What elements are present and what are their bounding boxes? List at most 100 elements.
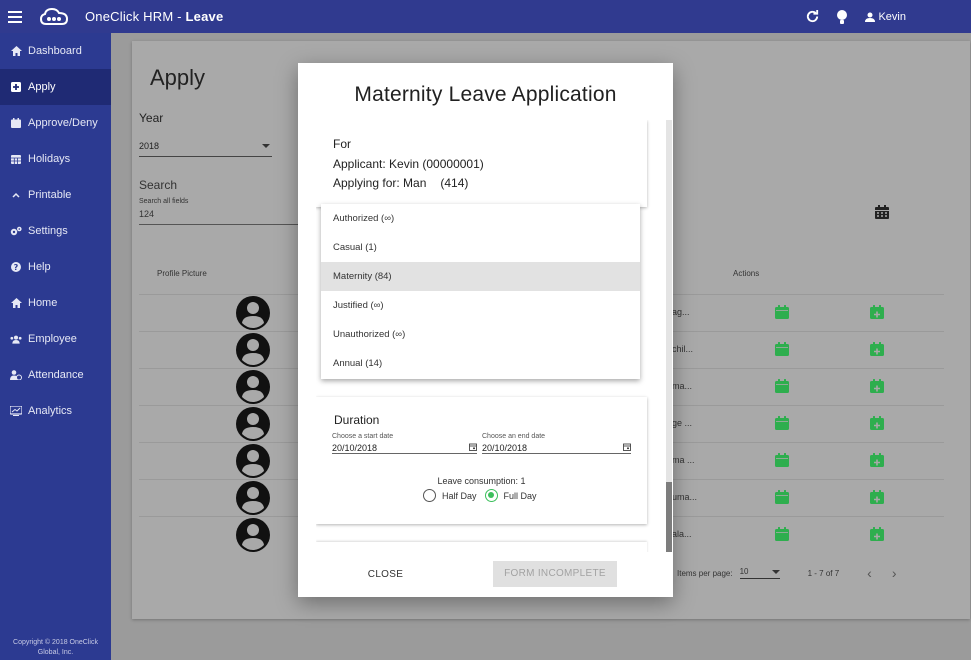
calendar-plus-action-icon[interactable] — [870, 490, 884, 504]
home-icon — [10, 297, 22, 309]
sidebar-item-settings[interactable]: Settings — [0, 213, 111, 249]
for-label: For — [333, 137, 351, 151]
leave-type-option[interactable]: Authorized (∞) — [321, 204, 640, 233]
end-date-field[interactable]: Choose an end date 20/10/2018 — [482, 433, 631, 454]
dialog-body: For Applicant: Kevin (00000001) Applying… — [316, 120, 663, 552]
svg-text:?: ? — [14, 263, 19, 272]
leave-application-dialog: Maternity Leave Application For Applican… — [298, 63, 673, 597]
sidebar-item-attendance[interactable]: Attendance — [0, 357, 111, 393]
sidebar-item-help[interactable]: ? Help — [0, 249, 111, 285]
calendar-plus-action-icon[interactable] — [870, 379, 884, 393]
home-icon — [10, 45, 22, 57]
lightbulb-icon[interactable] — [833, 8, 851, 26]
hamburger-icon — [8, 10, 22, 23]
profile-avatar-icon — [236, 444, 270, 478]
half-day-radio[interactable] — [423, 489, 436, 502]
dropdown-arrow-icon — [771, 570, 780, 574]
submit-button[interactable]: FORM INCOMPLETE — [493, 561, 617, 587]
scrollbar-thumb[interactable] — [666, 482, 672, 552]
copyright-line: Copyright © 2018 OneClick — [13, 639, 98, 646]
row-text: ala... — [672, 529, 692, 539]
next-section — [316, 542, 647, 552]
dialog-scrollbar[interactable] — [666, 120, 672, 552]
top-app-bar: OneClick HRM - Leave Kevin — [0, 0, 971, 33]
calendar-action-icon[interactable] — [775, 342, 789, 356]
chevron-up-icon — [10, 189, 22, 201]
sidebar-item-home[interactable]: Home — [0, 285, 111, 321]
end-date-value: 20/10/2018 — [482, 443, 528, 453]
applying-for-value: Applying for: Man — [333, 176, 427, 190]
sidebar-item-label: Settings — [28, 225, 68, 237]
calendar-plus-action-icon[interactable] — [870, 453, 884, 467]
calendar-action-icon[interactable] — [775, 379, 789, 393]
plus-box-icon — [10, 81, 22, 93]
year-select[interactable]: 2018 — [139, 141, 272, 157]
sidebar-item-label: Apply — [28, 81, 56, 93]
day-type-radio-group: Half Day Full Day — [423, 489, 537, 502]
sidebar-item-label: Home — [28, 297, 58, 309]
sidebar-item-dashboard[interactable]: Dashboard — [0, 33, 111, 69]
calendar-action-icon[interactable] — [775, 490, 789, 504]
end-date-input[interactable]: 20/10/2018 — [482, 440, 631, 454]
calendar-action-icon[interactable] — [775, 453, 789, 467]
prev-page-icon[interactable]: ‹ — [867, 565, 872, 581]
full-day-radio[interactable] — [484, 489, 498, 502]
search-input[interactable]: 124 — [139, 209, 299, 225]
row-text: uma... — [672, 492, 698, 502]
row-text: ge ... — [672, 418, 693, 428]
applying-for-text: Applying for: Man (414) — [333, 176, 468, 190]
leave-type-option[interactable]: Unauthorized (∞) — [321, 320, 640, 349]
menu-button[interactable] — [2, 0, 28, 33]
next-page-icon[interactable]: › — [892, 565, 897, 581]
section-name: Leave — [185, 9, 224, 24]
sidebar-item-label: Attendance — [28, 369, 84, 381]
calendar-action-icon[interactable] — [775, 416, 789, 430]
close-button[interactable]: CLOSE — [358, 563, 413, 587]
sidebar-item-approve-deny[interactable]: Approve/Deny — [0, 105, 111, 141]
help-icon: ? — [10, 261, 22, 273]
leave-type-option[interactable]: Maternity (84) — [321, 262, 640, 291]
calendar-plus-action-icon[interactable] — [870, 305, 884, 319]
calendar-plus-action-icon[interactable] — [870, 527, 884, 541]
full-day-label: Full Day — [503, 490, 537, 501]
sidebar-item-label: Dashboard — [28, 45, 82, 57]
leave-type-option[interactable]: Justified (∞) — [321, 291, 640, 320]
start-date-input[interactable]: 20/10/2018 — [332, 440, 477, 454]
end-date-label: Choose an end date — [482, 433, 546, 440]
sidebar-item-printable[interactable]: Printable — [0, 177, 111, 213]
dropdown-arrow-icon — [262, 144, 270, 148]
search-label: Search — [139, 178, 178, 192]
profile-avatar-icon — [236, 333, 270, 367]
calendar-plus-action-icon[interactable] — [870, 342, 884, 356]
items-per-page-value: 10 — [739, 567, 749, 576]
calendar-action-icon[interactable] — [775, 305, 789, 319]
calendar-icon[interactable] — [623, 443, 631, 453]
column-header-actions: Actions — [733, 269, 760, 278]
calendar-action-icon[interactable] — [775, 527, 789, 541]
sidebar-item-apply[interactable]: Apply — [0, 69, 111, 105]
year-label: Year — [139, 111, 164, 125]
paginator: Items per page: 10 1 - 7 of 7 ‹ › — [677, 565, 897, 581]
calendar-icon[interactable] — [875, 205, 889, 224]
sidebar-item-analytics[interactable]: Analytics — [0, 393, 111, 429]
applicant-text: Applicant: Kevin (00000001) — [333, 157, 484, 171]
calendar-icon[interactable] — [469, 443, 477, 453]
leave-type-option[interactable]: Casual (1) — [321, 233, 640, 262]
duration-section: Duration Choose a start date 20/10/2018 … — [316, 397, 647, 524]
copyright-line: Global, Inc. — [37, 649, 74, 656]
leave-type-option[interactable]: Annual (14) — [321, 349, 640, 378]
sidebar-item-employee[interactable]: Employee — [0, 321, 111, 357]
applying-for-count: (414) — [440, 176, 469, 190]
calendar-plus-action-icon[interactable] — [870, 416, 884, 430]
items-per-page-select[interactable]: 10 — [739, 567, 780, 579]
calendar-grid-icon — [10, 153, 22, 165]
gears-icon — [10, 225, 22, 237]
user-menu[interactable]: Kevin — [865, 11, 906, 23]
sidebar-item-label: Printable — [28, 189, 72, 201]
analytics-icon — [10, 405, 22, 417]
copyright-notice: Copyright © 2018 OneClick Global, Inc. — [0, 638, 111, 658]
refresh-icon[interactable] — [803, 8, 821, 26]
page-title: Apply — [150, 65, 206, 90]
sidebar-item-holidays[interactable]: Holidays — [0, 141, 111, 177]
start-date-field[interactable]: Choose a start date 20/10/2018 — [332, 433, 477, 454]
